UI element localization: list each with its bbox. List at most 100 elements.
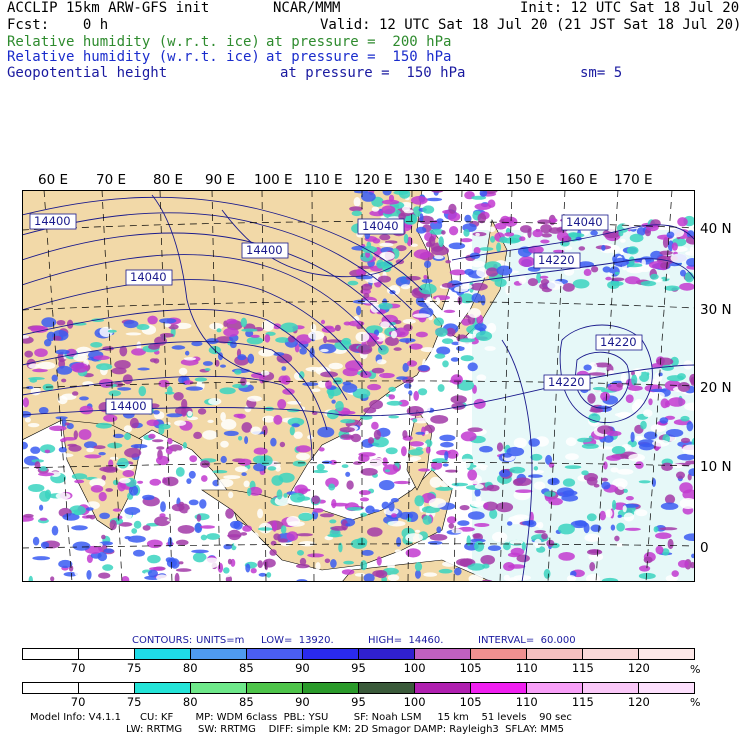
humidity-patch	[330, 559, 337, 568]
humidity-patch	[614, 535, 620, 542]
humidity-patch	[187, 508, 199, 516]
humidity-patch	[330, 526, 347, 531]
humidity-patch	[589, 562, 596, 572]
humidity-patch	[22, 397, 29, 408]
humidity-patch	[177, 525, 195, 534]
humidity-patch	[458, 338, 476, 343]
humidity-patch	[564, 465, 582, 469]
humidity-patch	[354, 573, 366, 577]
humidity-patch	[114, 360, 131, 370]
humidity-patch	[403, 233, 409, 244]
humidity-patch	[623, 488, 628, 493]
humidity-patch	[109, 456, 119, 460]
humidity-patch	[360, 468, 378, 476]
humidity-patch	[295, 445, 312, 453]
humidity-patch	[51, 525, 59, 536]
colorbar-tick-label: 70	[70, 661, 86, 675]
humidity-patch	[616, 522, 625, 532]
humidity-patch	[243, 480, 250, 488]
contour-label: 14040	[130, 270, 167, 284]
humidity-patch	[331, 499, 337, 509]
humidity-patch	[30, 446, 41, 454]
humidity-patch	[474, 523, 490, 527]
humidity-patch	[380, 321, 390, 329]
humidity-patch	[539, 283, 548, 290]
colorbar-tick-label: 100	[403, 661, 426, 675]
humidity-patch	[418, 364, 430, 372]
colorbar-swatch	[79, 649, 135, 659]
humidity-patch	[503, 216, 518, 227]
humidity-patch	[174, 420, 187, 426]
humidity-patch	[519, 236, 526, 241]
humidity-patch	[223, 327, 239, 337]
humidity-patch	[129, 417, 139, 429]
humidity-patch	[460, 238, 473, 243]
humidity-patch	[388, 386, 397, 392]
humidity-patch	[480, 555, 496, 565]
humidity-patch	[622, 222, 640, 230]
humidity-patch	[72, 541, 91, 551]
humidity-patch	[415, 431, 425, 435]
humidity-patch	[90, 342, 103, 348]
humidity-patch	[24, 417, 31, 423]
humidity-patch	[166, 413, 183, 418]
humidity-patch	[159, 513, 166, 518]
humidity-patch	[581, 443, 599, 449]
humidity-patch	[470, 260, 485, 268]
humidity-patch	[671, 242, 678, 251]
lat-label: 20 N	[700, 380, 732, 396]
humidity-patch	[620, 372, 627, 384]
humidity-patch	[257, 560, 263, 568]
humidity-patch	[401, 446, 407, 457]
humidity-patch	[533, 466, 539, 471]
humidity-patch	[173, 392, 184, 401]
humidity-patch	[233, 541, 247, 548]
humidity-patch	[514, 477, 532, 487]
humidity-patch	[175, 450, 182, 456]
humidity-patch	[409, 441, 424, 447]
humidity-patch	[403, 209, 414, 214]
humidity-patch	[342, 383, 358, 393]
humidity-patch	[467, 362, 478, 372]
lon-label: 110 E	[304, 172, 343, 188]
humidity-patch	[95, 422, 112, 429]
humidity-patch	[73, 430, 78, 440]
humidity-patch	[312, 508, 324, 513]
humidity-patch	[353, 197, 361, 207]
init-time: Init: 12 UTC Sat 18 Jul 20	[520, 0, 740, 16]
humidity-patch	[93, 445, 106, 450]
humidity-patch	[588, 372, 606, 376]
lon-label: 120 E	[354, 172, 393, 188]
humidity-patch	[346, 507, 363, 511]
humidity-patch	[179, 516, 195, 524]
colorbar-swatch	[79, 683, 135, 693]
humidity-patch	[457, 520, 470, 526]
humidity-patch	[467, 469, 478, 481]
colorbar-swatch	[303, 683, 359, 693]
humidity-patch	[237, 354, 247, 361]
humidity-patch	[396, 376, 408, 380]
humidity-patch	[518, 256, 536, 267]
humidity-patch	[578, 246, 586, 251]
colorbar-tick-label: 80	[182, 661, 198, 675]
colorbar-tick-label: 120	[627, 695, 650, 709]
humidity-patch	[686, 421, 694, 432]
humidity-patch	[135, 511, 153, 520]
humidity-patch	[228, 491, 234, 499]
humidity-patch	[639, 565, 651, 572]
humidity-patch	[103, 414, 118, 422]
humidity-patch	[591, 266, 599, 273]
humidity-patch	[250, 568, 257, 574]
humidity-patch	[226, 318, 238, 324]
humidity-patch	[307, 553, 324, 558]
humidity-patch	[72, 391, 79, 396]
humidity-patch	[394, 549, 402, 553]
humidity-patch	[189, 455, 198, 463]
humidity-patch	[102, 564, 114, 571]
humidity-patch	[209, 322, 224, 330]
humidity-patch	[381, 199, 400, 205]
humidity-patch	[496, 242, 502, 253]
humidity-patch	[58, 446, 67, 453]
humidity-patch	[430, 415, 449, 424]
humidity-patch	[252, 532, 259, 543]
